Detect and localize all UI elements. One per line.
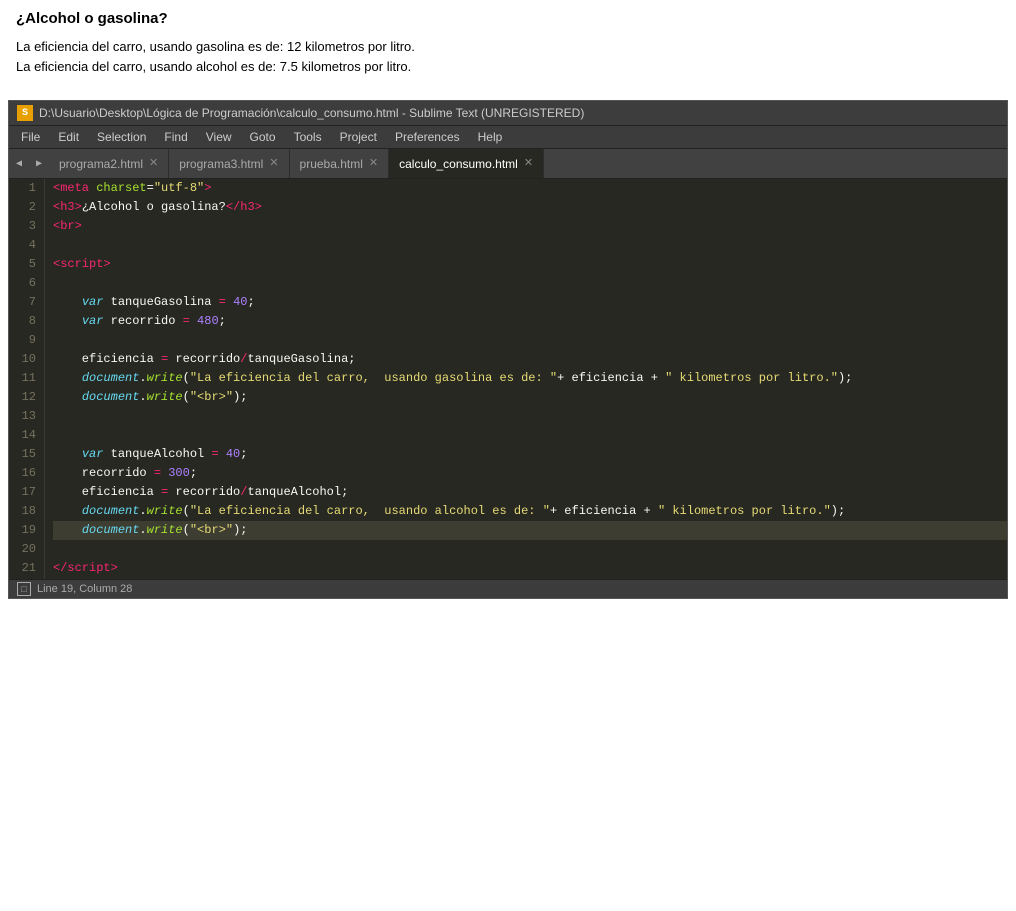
code-line-17: eficiencia = recorrido/tanqueAlcohol; [53, 483, 1007, 502]
code-line-3: <br> [53, 217, 1007, 236]
sublime-icon: S [17, 105, 33, 121]
tab-close-prueba[interactable]: ✕ [369, 158, 378, 169]
menu-goto[interactable]: Goto [242, 128, 284, 146]
code-line-5: <script> [53, 255, 1007, 274]
menu-bar: File Edit Selection Find View Goto Tools… [9, 126, 1007, 149]
code-line-7: var tanqueGasolina = 40; [53, 293, 1007, 312]
sublime-window: S D:\Usuario\Desktop\Lógica de Programac… [8, 100, 1008, 599]
tab-prueba[interactable]: prueba.html ✕ [290, 149, 390, 178]
output-line-1: La eficiencia del carro, usando gasolina… [16, 37, 1000, 57]
menu-preferences[interactable]: Preferences [387, 128, 468, 146]
code-line-14 [53, 426, 1007, 445]
tab-close-calculo[interactable]: ✕ [524, 158, 533, 169]
code-line-18: document.write("La eficiencia del carro,… [53, 502, 1007, 521]
tab-close-programa2[interactable]: ✕ [149, 158, 158, 169]
code-line-6 [53, 274, 1007, 293]
tab-prev-btn[interactable]: ◀ [9, 149, 29, 178]
title-bar-text: D:\Usuario\Desktop\Lógica de Programació… [39, 106, 584, 120]
editor-area[interactable]: 1 2 3 4 5 6 7 8 9 10 11 12 13 14 15 16 1… [9, 179, 1007, 579]
line-numbers: 1 2 3 4 5 6 7 8 9 10 11 12 13 14 15 16 1… [9, 179, 45, 579]
menu-find[interactable]: Find [156, 128, 195, 146]
code-line-20 [53, 540, 1007, 559]
tab-calculo-consumo[interactable]: calculo_consumo.html ✕ [389, 149, 544, 178]
tab-next-btn[interactable]: ▶ [29, 149, 49, 178]
code-line-15: var tanqueAlcohol = 40; [53, 445, 1007, 464]
menu-file[interactable]: File [13, 128, 48, 146]
code-line-8: var recorrido = 480; [53, 312, 1007, 331]
code-line-11: document.write("La eficiencia del carro,… [53, 369, 1007, 388]
code-line-12: document.write("<br>"); [53, 388, 1007, 407]
menu-help[interactable]: Help [470, 128, 511, 146]
output-line-2: La eficiencia del carro, usando alcohol … [16, 57, 1000, 77]
tab-programa2[interactable]: programa2.html ✕ [49, 149, 169, 178]
code-line-13 [53, 407, 1007, 426]
menu-tools[interactable]: Tools [286, 128, 330, 146]
menu-edit[interactable]: Edit [50, 128, 87, 146]
menu-view[interactable]: View [198, 128, 240, 146]
menu-selection[interactable]: Selection [89, 128, 154, 146]
code-line-10: eficiencia = recorrido/tanqueGasolina; [53, 350, 1007, 369]
tabs-bar: ◀ ▶ programa2.html ✕ programa3.html ✕ pr… [9, 149, 1007, 179]
browser-output: ¿Alcohol o gasolina? La eficiencia del c… [0, 0, 1016, 92]
menu-project[interactable]: Project [332, 128, 385, 146]
code-line-1: <meta charset="utf-8"> [53, 179, 1007, 198]
code-line-16: recorrido = 300; [53, 464, 1007, 483]
tab-programa3[interactable]: programa3.html ✕ [169, 149, 289, 178]
cursor-position: Line 19, Column 28 [37, 583, 132, 595]
code-line-2: <h3>¿Alcohol o gasolina?</h3> [53, 198, 1007, 217]
tab-close-programa3[interactable]: ✕ [269, 158, 278, 169]
status-icon: □ [17, 582, 31, 596]
code-line-19: document.write("<br>"); [53, 521, 1007, 540]
code-content[interactable]: <meta charset="utf-8"> <h3>¿Alcohol o ga… [45, 179, 1007, 579]
code-line-21: </script> [53, 559, 1007, 578]
code-line-4 [53, 236, 1007, 255]
title-bar: S D:\Usuario\Desktop\Lógica de Programac… [9, 101, 1007, 126]
code-line-9 [53, 331, 1007, 350]
status-bar: □ Line 19, Column 28 [9, 579, 1007, 598]
page-title: ¿Alcohol o gasolina? [16, 10, 1000, 27]
